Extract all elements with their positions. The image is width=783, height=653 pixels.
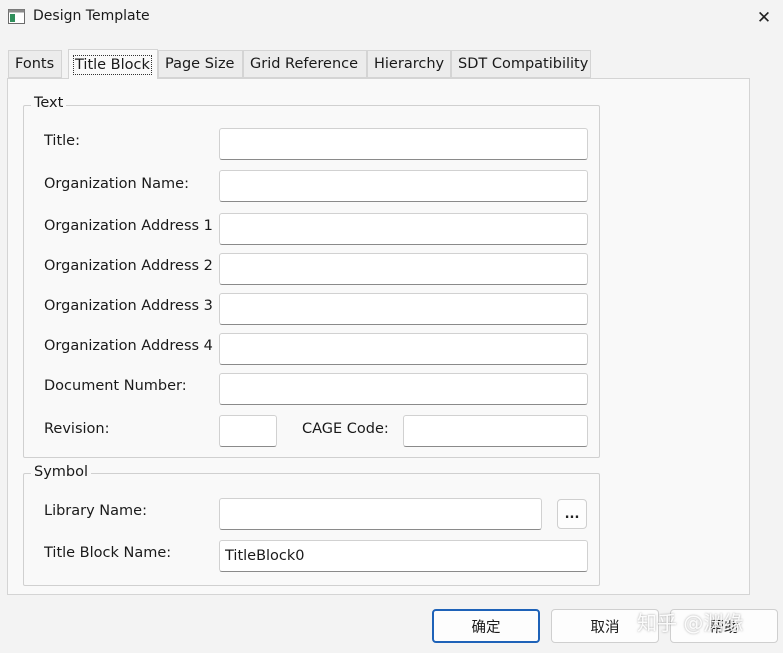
document-number-input[interactable]	[219, 373, 588, 405]
organization-name-input[interactable]	[219, 170, 588, 202]
organization-address-2-input[interactable]	[219, 253, 588, 285]
revision-input[interactable]	[219, 415, 277, 447]
title-input[interactable]	[219, 128, 588, 160]
tab-fonts[interactable]: Fonts	[8, 50, 62, 78]
organization-address-1-input[interactable]	[219, 213, 588, 245]
document-number-label: Document Number:	[44, 378, 187, 394]
organization-address-3-label: Organization Address 3	[44, 298, 213, 314]
browse-library-button[interactable]: ...	[557, 499, 587, 529]
title-block-name-label: Title Block Name:	[44, 545, 172, 561]
title-bar: Design Template ✕	[0, 0, 783, 35]
tab-page-size[interactable]: Page Size	[158, 50, 243, 78]
organization-name-label: Organization Name:	[44, 176, 189, 192]
tab-panel-title-block: Text Title: Organization Name: Organizat…	[7, 78, 750, 595]
window-title: Design Template	[33, 8, 150, 24]
symbol-group-title: Symbol	[31, 464, 92, 480]
watermark-text: 知乎 @渊缘	[637, 611, 744, 635]
tab-title-block[interactable]: Title Block	[68, 49, 158, 79]
cage-code-label: CAGE Code:	[302, 421, 389, 437]
close-button[interactable]: ✕	[745, 2, 783, 33]
organization-address-2-label: Organization Address 2	[44, 258, 213, 274]
cage-code-input[interactable]	[403, 415, 588, 447]
organization-address-3-input[interactable]	[219, 293, 588, 325]
close-icon: ✕	[756, 7, 772, 28]
library-name-label: Library Name:	[44, 503, 147, 519]
title-label: Title:	[44, 133, 80, 149]
ok-button[interactable]: 确定	[432, 609, 540, 643]
text-group-title: Text	[31, 95, 67, 111]
organization-address-1-label: Organization Address 1	[44, 218, 213, 234]
tab-hierarchy[interactable]: Hierarchy	[367, 50, 451, 78]
organization-address-4-label: Organization Address 4	[44, 338, 213, 354]
organization-address-4-input[interactable]	[219, 333, 588, 365]
revision-label: Revision:	[44, 421, 110, 437]
library-name-input[interactable]	[219, 498, 542, 530]
tab-grid-reference[interactable]: Grid Reference	[243, 50, 367, 78]
title-block-name-input[interactable]	[219, 540, 588, 572]
window-icon	[8, 9, 25, 24]
tab-sdt-compatibility[interactable]: SDT Compatibility	[451, 50, 591, 78]
